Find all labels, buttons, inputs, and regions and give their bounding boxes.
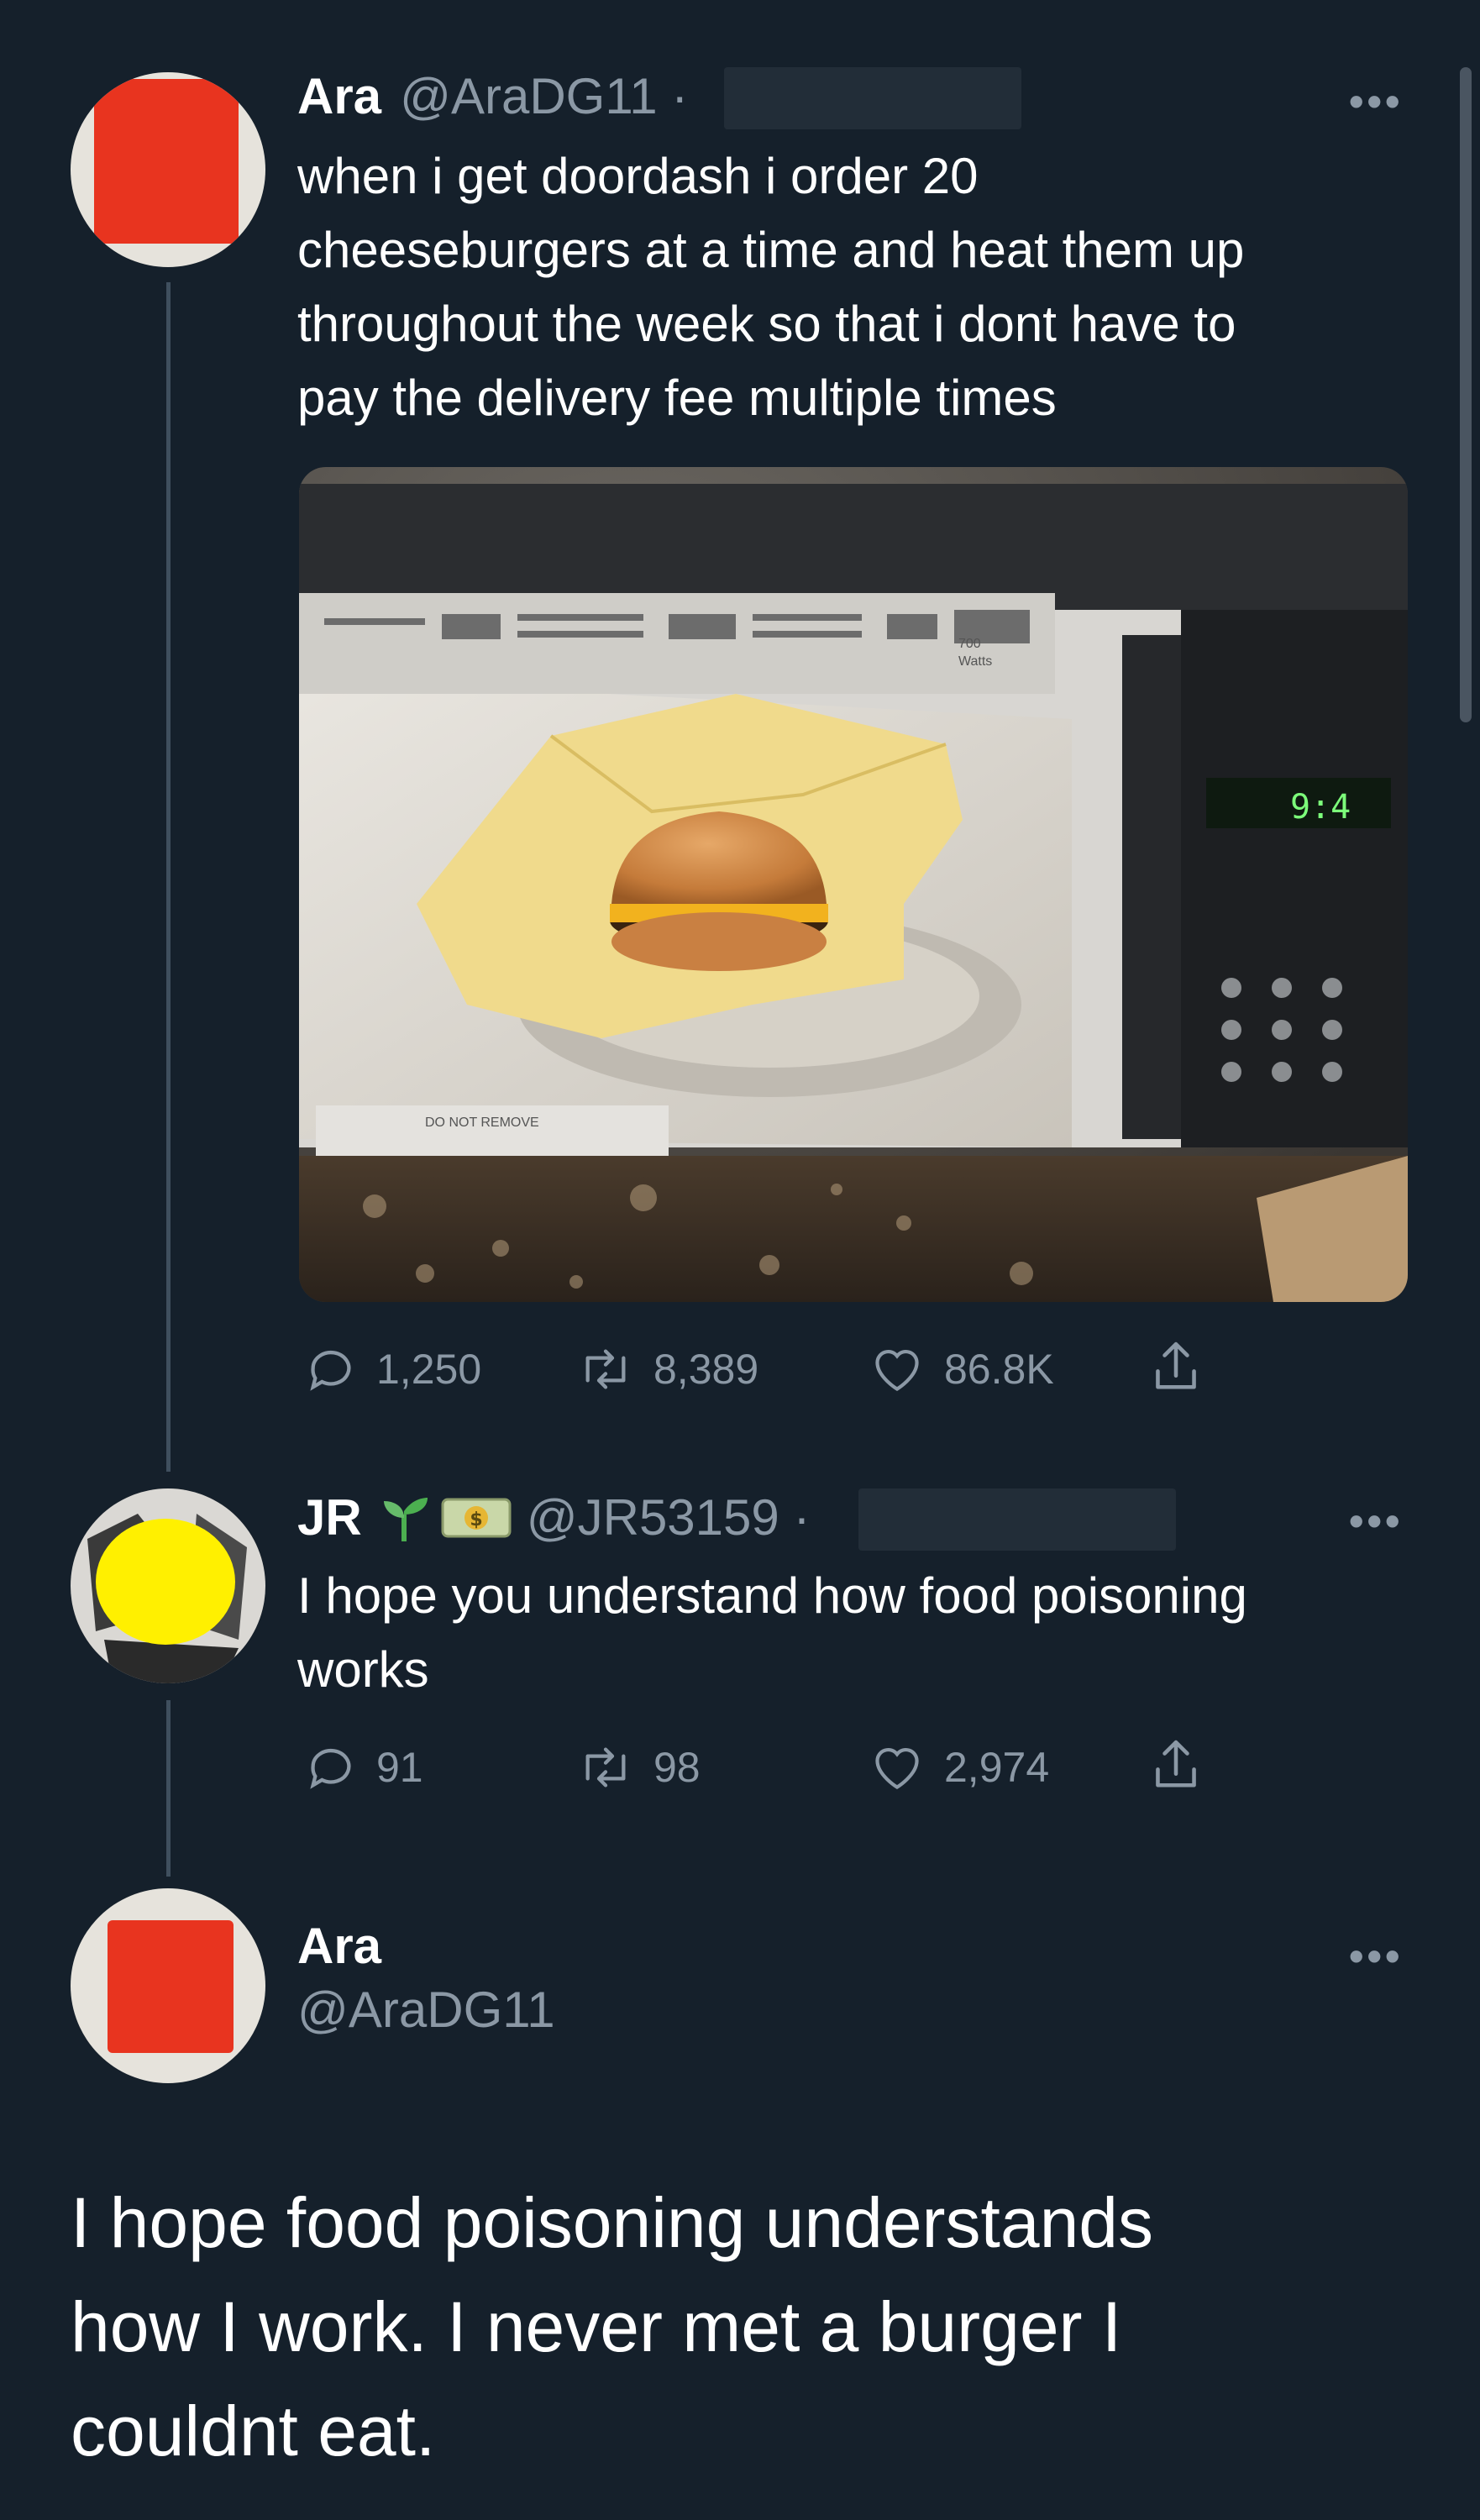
redaction-block	[108, 1920, 234, 2053]
share-button[interactable]	[1147, 1735, 1204, 1794]
tweet-header: JR $ @JR53159 ·	[297, 1488, 810, 1546]
author-block: Ara @AraDG11	[297, 1917, 555, 2045]
money-emoji-icon: $	[441, 1493, 512, 1543]
tweet-photo[interactable]: 700 Watts 9:4 DO NOT REMOVE	[299, 467, 1408, 1302]
timestamp-redaction	[724, 67, 1021, 129]
more-options-icon[interactable]: •••	[1349, 1497, 1404, 1546]
like-count: 86.8K	[944, 1346, 1054, 1393]
retweet-button[interactable]: 8,389	[576, 1342, 758, 1396]
watts-label: Watts	[958, 654, 992, 669]
tweet-text: I hope food poisoning understands how I …	[71, 2171, 1431, 2483]
like-count: 2,974	[944, 1744, 1050, 1791]
timestamp-redaction	[858, 1488, 1176, 1551]
reply-icon	[310, 1748, 351, 1789]
share-icon	[1156, 1341, 1196, 1389]
like-button[interactable]: 86.8K	[869, 1342, 1054, 1396]
retweet-count: 8,389	[653, 1346, 759, 1393]
tweet-text-line: throughout the week so that i dont have …	[297, 296, 1236, 352]
username[interactable]: @JR53159 ·	[527, 1488, 811, 1546]
retweet-icon	[585, 1747, 626, 1788]
tweet-text-line: couldnt eat.	[71, 2391, 436, 2470]
tweet-text-line: pay the delivery fee multiple times	[297, 370, 1057, 426]
display-name[interactable]: JR	[297, 1488, 362, 1546]
reply-icon	[310, 1350, 351, 1391]
heart-icon	[875, 1349, 919, 1391]
scrollbar[interactable]	[1460, 67, 1472, 722]
tweet-text-line: how I work. I never met a burger I	[71, 2287, 1122, 2366]
redaction-block	[94, 79, 239, 244]
tweet-text-line: I hope you understand how food poisoning	[297, 1567, 1247, 1624]
avatar[interactable]	[71, 72, 265, 267]
redaction-block	[96, 1519, 235, 1645]
microwave-clock: 9:4	[1290, 788, 1351, 827]
more-options-icon[interactable]: •••	[1349, 77, 1404, 126]
reply-count: 91	[376, 1744, 423, 1791]
thread-line	[166, 282, 171, 1472]
tweet-text: I hope you understand how food poisoning…	[297, 1559, 1423, 1707]
svg-text:$: $	[470, 1509, 482, 1530]
share-button[interactable]	[1147, 1337, 1204, 1396]
like-button[interactable]: 2,974	[869, 1740, 1049, 1794]
display-name[interactable]: Ara	[297, 1917, 555, 1976]
retweet-count: 98	[653, 1744, 701, 1791]
retweet-icon	[585, 1349, 626, 1389]
heart-icon	[875, 1747, 919, 1789]
seedling-emoji-icon	[377, 1491, 431, 1545]
thread-line	[166, 1700, 171, 1877]
reply-button[interactable]: 1,250	[304, 1342, 481, 1396]
avatar[interactable]	[71, 1488, 265, 1683]
tweet-text: when i get doordash i order 20 cheesebur…	[297, 139, 1423, 435]
tweet-text-line: I hope food poisoning understands	[71, 2183, 1153, 2262]
tweet-text-line: cheeseburgers at a time and heat them up	[297, 222, 1245, 278]
reply-button[interactable]: 91	[304, 1740, 423, 1794]
more-options-icon[interactable]: •••	[1349, 1932, 1404, 1981]
username[interactable]: @AraDG11	[297, 1976, 555, 2045]
watts-label: 700	[958, 637, 981, 651]
avatar[interactable]	[71, 1888, 265, 2083]
tweet-text-line: when i get doordash i order 20	[297, 148, 979, 204]
tweet-text-line: works	[297, 1641, 429, 1698]
username[interactable]: @AraDG11 ·	[400, 67, 688, 125]
do-not-remove-label: DO NOT REMOVE	[425, 1116, 539, 1130]
display-name[interactable]: Ara	[297, 67, 381, 125]
retweet-button[interactable]: 98	[576, 1740, 701, 1794]
tweet-header: Ara @AraDG11 ·	[297, 67, 688, 125]
microwave-burger-photo: 700 Watts 9:4 DO NOT REMOVE	[299, 467, 1408, 1302]
share-icon	[1156, 1740, 1196, 1788]
reply-count: 1,250	[376, 1346, 482, 1393]
